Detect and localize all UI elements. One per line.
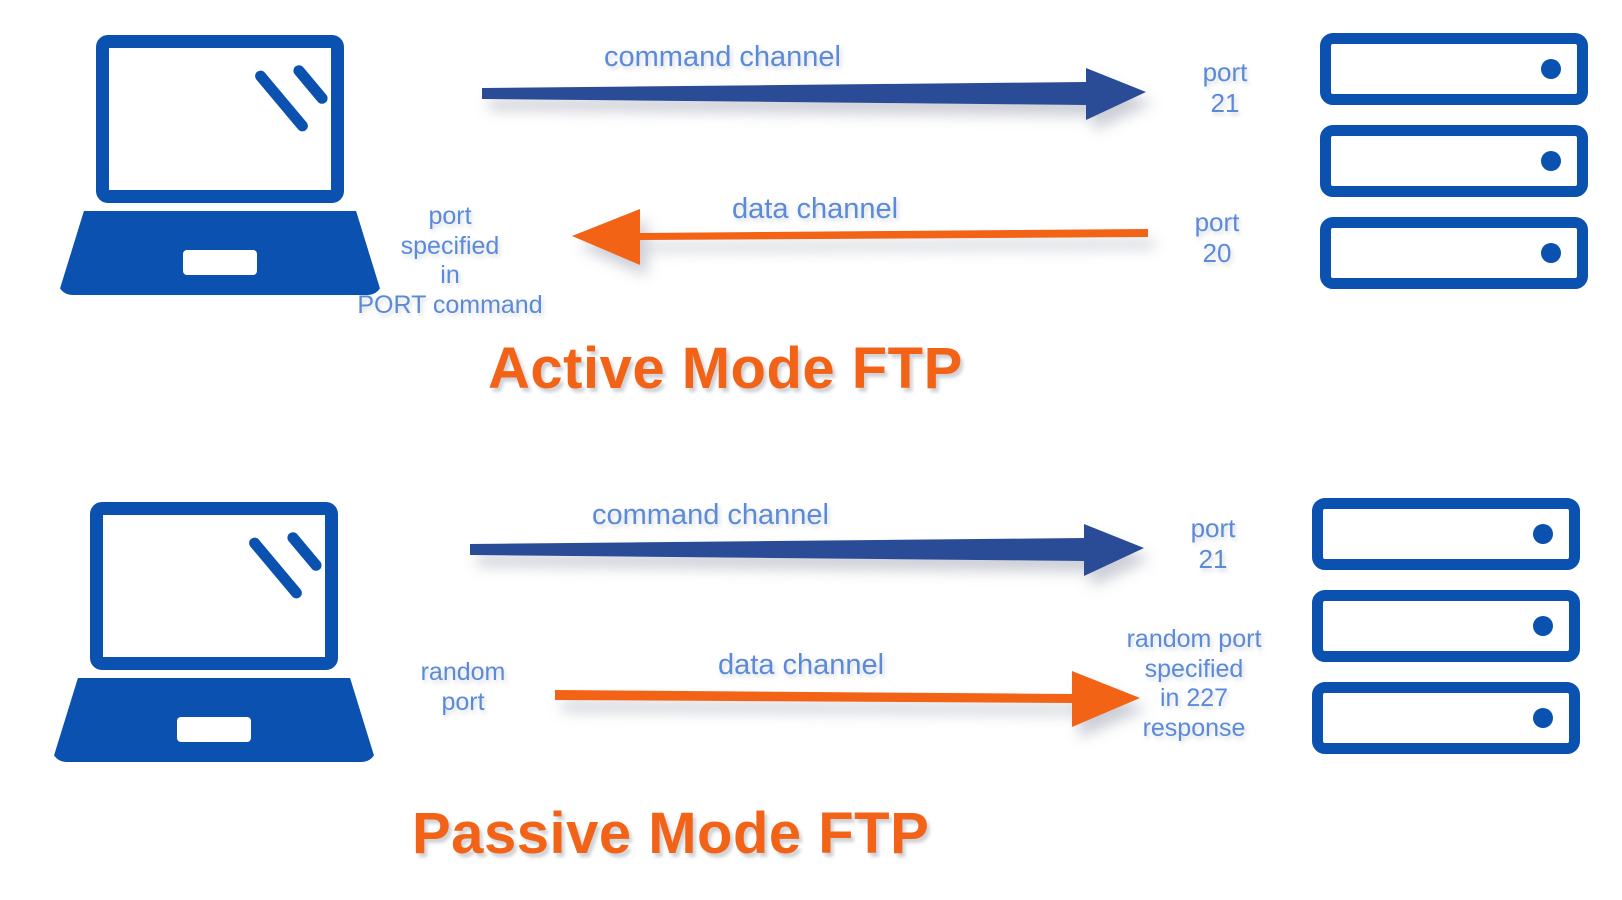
- passive-mode-section: command channel port 21 data channel ran…: [0, 470, 1622, 900]
- server-led-icon: [1533, 708, 1553, 728]
- passive-command-server-port-label: port 21: [1190, 513, 1236, 574]
- active-data-server-port-label: port 20: [1194, 207, 1240, 268]
- server-led-icon: [1533, 616, 1553, 636]
- laptop-screen: [96, 35, 344, 203]
- passive-client-laptop-icon: [52, 502, 376, 762]
- active-server-stack-icon: [1320, 33, 1588, 289]
- active-mode-section: command channel port 21 data channel por…: [0, 0, 1622, 420]
- passive-mode-title: Passive Mode FTP: [412, 801, 930, 866]
- active-data-channel-arrow: [570, 208, 1170, 270]
- laptop-touchpad: [177, 717, 251, 742]
- active-command-server-port-label: port 21: [1202, 57, 1248, 118]
- ftp-modes-diagram: command channel port 21 data channel por…: [0, 0, 1622, 900]
- passive-data-server-port-label: random port specified in 227 response: [1126, 625, 1262, 742]
- server-led-icon: [1533, 524, 1553, 544]
- server-unit: [1320, 217, 1588, 289]
- server-led-icon: [1541, 151, 1561, 171]
- server-led-icon: [1541, 243, 1561, 263]
- server-unit: [1312, 498, 1580, 570]
- server-unit: [1320, 33, 1588, 105]
- active-command-channel-arrow: [478, 66, 1158, 128]
- passive-data-client-port-label: random port: [420, 658, 506, 716]
- laptop-screen: [90, 502, 338, 670]
- active-mode-title: Active Mode FTP: [488, 336, 963, 401]
- server-unit: [1312, 682, 1580, 754]
- server-unit: [1320, 125, 1588, 197]
- active-data-client-port-label: port specified in PORT command: [357, 202, 543, 319]
- passive-command-channel-arrow: [466, 522, 1156, 584]
- server-led-icon: [1541, 59, 1561, 79]
- server-unit: [1312, 590, 1580, 662]
- laptop-touchpad: [183, 250, 257, 275]
- passive-server-stack-icon: [1312, 498, 1580, 754]
- passive-data-channel-arrow: [552, 670, 1152, 732]
